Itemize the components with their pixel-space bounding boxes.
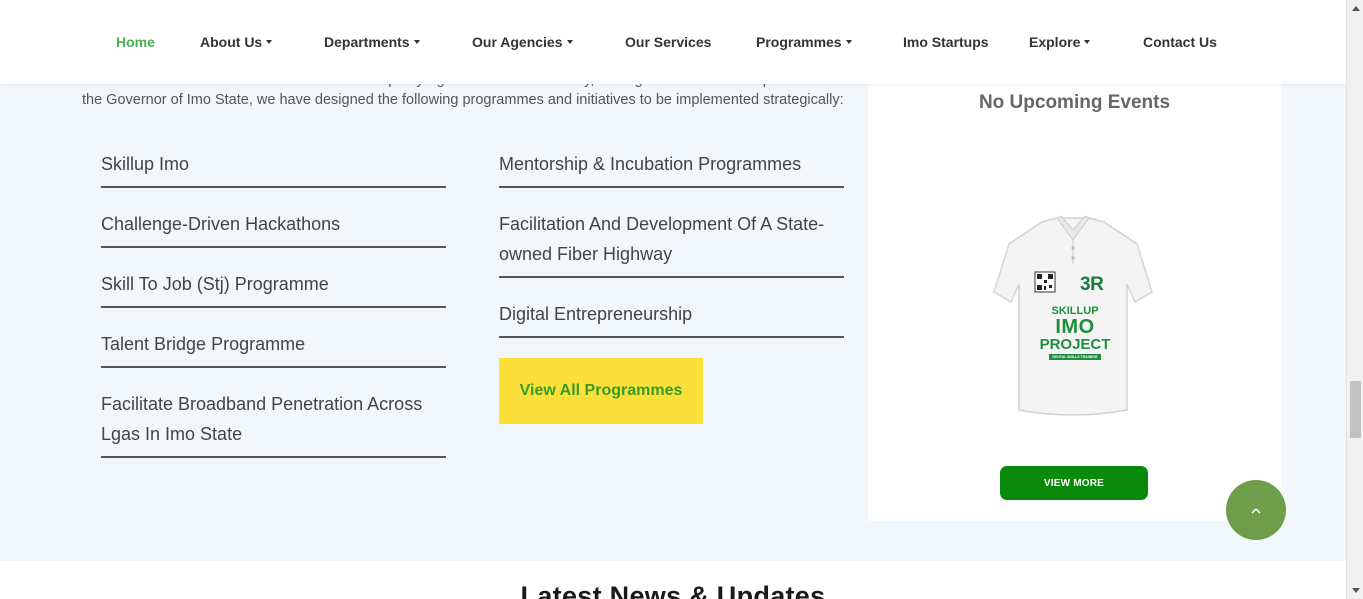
news-heading: Latest News & Updates [520,581,826,599]
nav-label: Departments [324,34,410,50]
scroll-up-arrow-icon[interactable] [1347,0,1363,17]
nav-label: Home [116,34,155,50]
programme-broadband[interactable]: Facilitate Broadband Penetration Across … [101,389,446,458]
nav-label: Our Services [625,34,712,50]
shirt-tag: DIGITAL SKILLS TRAINING [1049,354,1101,360]
shirt-line-2: IMO [1055,316,1095,338]
programme-label: Digital Entrepreneurship [499,304,693,324]
nav-label: Contact Us [1143,34,1217,50]
caret-down-icon [266,40,273,45]
page-content: To facilitate the actualization of the S… [0,0,1346,599]
nav-about-us[interactable]: About Us [200,34,273,50]
programme-label: Talent Bridge Programme [101,334,306,354]
shirt-line-3: PROJECT [1039,336,1111,353]
nav-label: Our Agencies [472,34,563,50]
qr-code-icon [1034,271,1056,293]
nav-programmes[interactable]: Programmes [756,34,852,50]
nav-label: Imo Startups [903,34,989,50]
scrollbar-thumb[interactable] [1350,381,1361,438]
no-events-heading: No Upcoming Events [978,92,1171,113]
programme-label: Facilitate Broadband Penetration Across … [101,394,423,444]
news-section: Latest News & Updates [0,561,1346,599]
programme-digital-entrepreneurship[interactable]: Digital Entrepreneurship [499,299,844,338]
nav-departments[interactable]: Departments [324,34,420,50]
nav-our-services[interactable]: Our Services [625,34,711,50]
programme-fiber-highway[interactable]: Facilitation And Development Of A State-… [499,209,844,278]
site-header: Home About Us Departments Our Agencies O… [0,0,1346,84]
programme-talent-bridge[interactable]: Talent Bridge Programme [101,329,446,368]
nav-label: Explore [1029,34,1081,50]
programme-mentorship[interactable]: Mentorship & Incubation Programmes [499,149,844,188]
programme-hackathons[interactable]: Challenge-Driven Hackathons [101,209,446,248]
shirt-print: SKILLUP IMO PROJECT DIGITAL SKILLS TRAIN… [1035,306,1115,360]
back-to-top-button[interactable] [1226,480,1286,540]
programme-label: Skill To Job (Stj) Programme [101,274,329,294]
nav-label: Programmes [756,34,842,50]
nav-explore[interactable]: Explore [1029,34,1091,50]
view-all-programmes-button[interactable]: View All Programmes [499,358,703,424]
caret-down-icon [566,40,573,45]
programme-skillup-imo[interactable]: Skillup Imo [101,149,446,188]
caret-down-icon [1084,40,1091,45]
programme-skill-to-job[interactable]: Skill To Job (Stj) Programme [101,269,446,308]
nav-our-agencies[interactable]: Our Agencies [472,34,573,50]
nav-contact-us[interactable]: Contact Us [1143,34,1217,50]
vertical-scrollbar[interactable] [1346,0,1363,599]
scroll-down-arrow-icon[interactable] [1347,582,1363,599]
nav-home[interactable]: Home [116,34,155,50]
nav-label: About Us [200,34,263,50]
caret-down-icon [845,40,852,45]
nav-imo-startups[interactable]: Imo Startups [903,34,989,50]
view-more-button[interactable]: VIEW MORE [1000,466,1148,500]
programme-label: Mentorship & Incubation Programmes [499,154,802,174]
shirt-3r-logo: 3R [1080,274,1104,295]
events-card: No Upcoming Events 3R SKILLUP IMO PROJEC… [868,84,1281,521]
programme-label: Facilitation And Development Of A State-… [499,214,825,264]
programme-label: Skillup Imo [101,154,190,174]
chevron-up-icon [1251,507,1261,514]
caret-down-icon [413,40,420,45]
programme-label: Challenge-Driven Hackathons [101,214,341,234]
